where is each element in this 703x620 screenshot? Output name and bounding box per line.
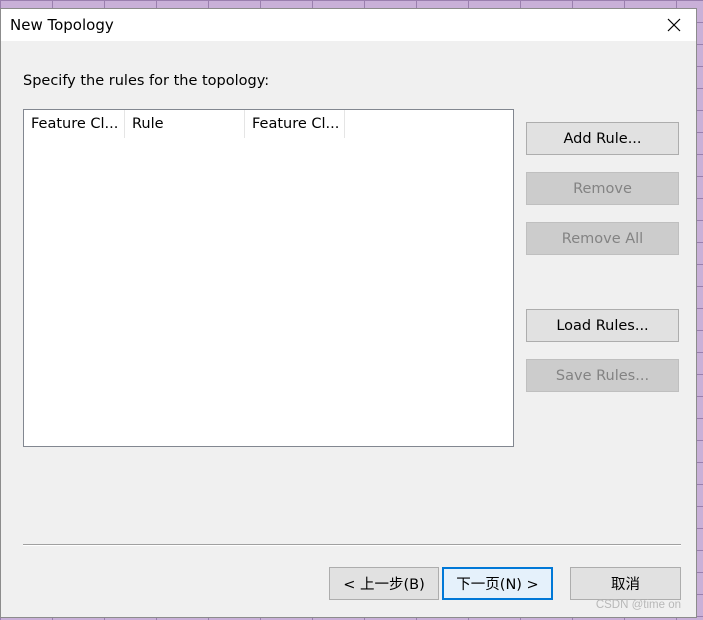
watermark: CSDN @time on [595,599,681,611]
new-topology-dialog: New Topology Specify the rules for the t… [0,8,697,618]
rules-list[interactable]: Feature Cl... Rule Feature Cl... [23,109,514,447]
close-button[interactable] [652,9,696,41]
add-rule-button[interactable]: Add Rule... [526,122,679,155]
title-bar: New Topology [1,9,696,41]
window-title: New Topology [10,16,114,34]
footer-separator [23,544,681,546]
back-button[interactable]: < 上一步(B) [329,567,439,600]
remove-button[interactable]: Remove [526,172,679,205]
remove-all-button[interactable]: Remove All [526,222,679,255]
column-header-feature-class-2[interactable]: Feature Cl... [245,110,345,138]
column-header-rule[interactable]: Rule [125,110,245,138]
instruction-label: Specify the rules for the topology: [23,73,270,89]
cancel-button[interactable]: 取消 [570,567,681,600]
column-header-feature-class-1[interactable]: Feature Cl... [24,110,125,138]
load-rules-button[interactable]: Load Rules... [526,309,679,342]
save-rules-button[interactable]: Save Rules... [526,359,679,392]
next-button[interactable]: 下一页(N) > [442,567,553,600]
rules-list-header: Feature Cl... Rule Feature Cl... [24,110,345,138]
close-icon [667,18,681,32]
